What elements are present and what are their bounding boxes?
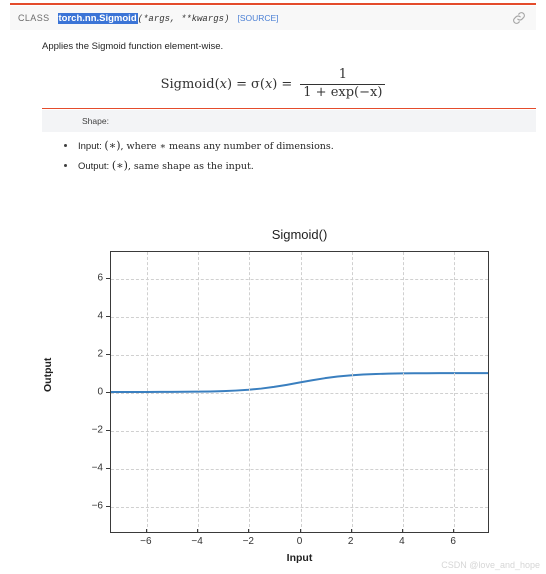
shape-section-title: Shape:	[82, 116, 109, 126]
gridline-vertical	[454, 252, 456, 532]
plot-area	[110, 251, 489, 533]
x-tick-label: 0	[296, 536, 303, 547]
formula-equals-2: =	[281, 76, 293, 92]
source-link[interactable]: [SOURCE]	[237, 13, 278, 23]
y-tick-label: −4	[91, 462, 103, 474]
class-description: Applies the Sigmoid function element-wis…	[42, 41, 224, 52]
gridline-vertical	[249, 252, 251, 532]
gridline-horizontal	[111, 507, 488, 509]
sigmoid-chart: Sigmoid() 6 4 2 0 −2 −4 −6 −6 −4 −2 0 2 4 6 Input Out…	[0, 222, 546, 574]
y-tick-label: 0	[97, 386, 103, 398]
class-qualified-name[interactable]: torch.nn.Sigmoid	[57, 12, 138, 24]
class-parameters: (*args, **kwargs)	[137, 13, 230, 24]
formula-sigma: σ(	[250, 76, 265, 92]
formula-fraction: 1 1 + exp(−x)	[300, 67, 386, 100]
x-axis-label: Input	[286, 552, 313, 564]
x-tick-label: −6	[140, 536, 152, 547]
chart-title: Sigmoid()	[271, 227, 328, 242]
shape-section-banner: Shape:	[42, 110, 536, 132]
y-tick-label: 4	[97, 310, 103, 322]
list-item: Output: (∗), same shape as the input.	[60, 159, 334, 173]
x-tick-mark	[145, 529, 147, 533]
class-signature-header: CLASS torch.nn.Sigmoid (*args, **kwargs)…	[10, 6, 536, 30]
sigmoid-curve	[111, 372, 488, 393]
list-item: Input: (∗), where ∗ means any number of …	[60, 139, 334, 153]
formula-sigma-close: )	[272, 76, 278, 92]
gridline-vertical	[351, 252, 353, 532]
gridline-vertical	[402, 252, 404, 532]
x-tick-mark	[248, 529, 250, 533]
x-tick-mark	[299, 529, 301, 533]
formula-lhs-close: )	[227, 76, 233, 92]
shape-item-symbol: (∗)	[104, 139, 121, 152]
gridline-horizontal	[111, 354, 488, 356]
x-tick-label: 4	[399, 536, 405, 547]
watermark: CSDN @love_and_hope	[441, 560, 540, 570]
x-tick-mark	[401, 529, 403, 533]
gridline-vertical	[146, 252, 148, 532]
formula-numerator: 1	[338, 67, 347, 82]
gridline-horizontal	[111, 316, 488, 318]
y-tick-label: 2	[97, 348, 103, 360]
x-tick-label: −2	[242, 536, 254, 547]
x-tick-label: −4	[191, 536, 203, 547]
gridline-vertical	[198, 252, 200, 532]
gridline-horizontal	[111, 278, 488, 280]
gridline-horizontal	[111, 393, 488, 394]
shape-section-rule	[42, 108, 536, 109]
shape-item-prefix: Output:	[78, 160, 112, 172]
shape-item-symbol: (∗)	[111, 158, 128, 172]
y-tick-label: −2	[91, 424, 103, 436]
class-keyword-label: CLASS	[18, 12, 50, 23]
x-tick-label: 6	[450, 536, 456, 547]
signature-text: CLASS torch.nn.Sigmoid (*args, **kwargs)…	[10, 12, 279, 24]
x-tick-label: 2	[347, 536, 354, 547]
formula-sigma-var: x	[264, 76, 273, 92]
formula-lhs: Sigmoid(	[160, 76, 220, 92]
gridline-horizontal	[111, 469, 488, 471]
formula-denominator: 1 + exp(−x)	[303, 84, 383, 100]
x-tick-mark	[197, 529, 199, 533]
formula-equals-1: =	[236, 76, 247, 92]
x-tick-mark	[350, 529, 352, 533]
y-tick-label: −6	[91, 500, 103, 512]
shape-bullet-list: Input: (∗), where ∗ means any number of …	[60, 139, 334, 179]
top-accent-rule	[10, 3, 536, 5]
gridline-horizontal	[111, 431, 488, 433]
x-tick-mark	[453, 529, 455, 533]
link-chain-icon[interactable]	[512, 11, 526, 25]
formula-lhs-var: x	[219, 76, 227, 92]
shape-item-prefix: Input:	[78, 141, 105, 152]
y-axis-label: Output	[42, 357, 54, 392]
gridline-vertical	[300, 252, 302, 532]
shape-item-suffix: , same shape as the input.	[127, 160, 254, 172]
sigmoid-formula: Sigmoid(x) = σ(x) = 1 1 + exp(−x)	[0, 67, 546, 100]
y-tick-label: 6	[97, 272, 103, 284]
shape-item-suffix: , where ∗ means any number of dimensions…	[120, 141, 334, 152]
